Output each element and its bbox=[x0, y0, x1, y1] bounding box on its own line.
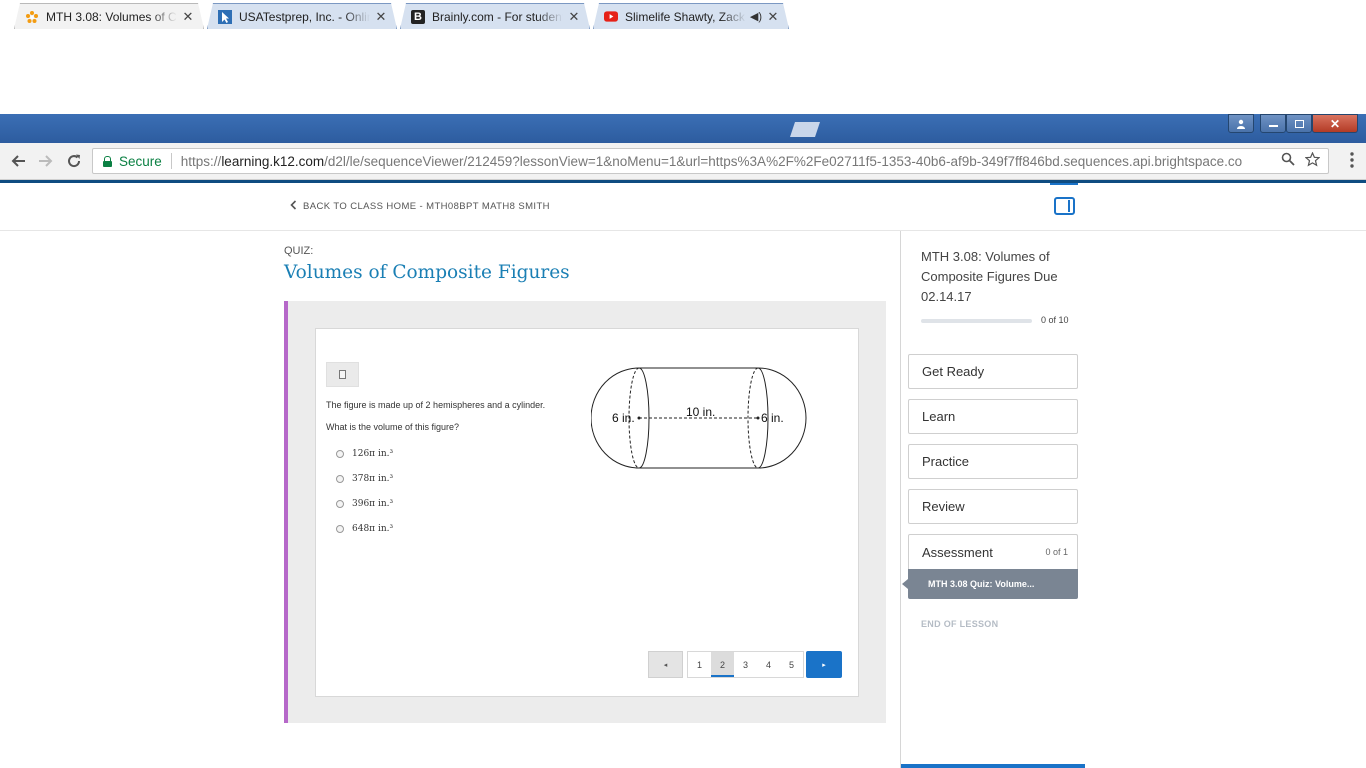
secure-label: Secure bbox=[119, 153, 162, 169]
back-arrow-icon[interactable] bbox=[8, 151, 28, 171]
answer-choice[interactable]: 396π in.³ bbox=[336, 499, 393, 509]
sidebar-item-label: Get Ready bbox=[922, 364, 985, 379]
k12-flower-icon bbox=[25, 10, 39, 24]
frame-accent-bar bbox=[284, 301, 288, 723]
choice-label: 378π in.³ bbox=[352, 474, 394, 484]
audio-playing-icon[interactable]: ◀) bbox=[750, 10, 762, 23]
lesson-sidebar: MTH 3.08: Volumes of Composite Figures D… bbox=[900, 231, 1085, 768]
window-controls: ✕ bbox=[1228, 114, 1358, 133]
sidebar-item-label: Practice bbox=[922, 454, 969, 469]
back-link-label: BACK TO CLASS HOME - MTH08BPT MATH8 SMIT… bbox=[303, 201, 550, 212]
page-button-5[interactable]: 5 bbox=[780, 652, 803, 677]
minimize-icon[interactable] bbox=[1260, 114, 1286, 133]
close-tab-icon[interactable]: ✕ bbox=[567, 9, 581, 25]
answer-choice[interactable]: 648π in.³ bbox=[336, 524, 393, 534]
page-button-4[interactable]: 4 bbox=[757, 652, 780, 677]
browser-menu-icon[interactable] bbox=[1350, 152, 1354, 172]
tab-title: USATestprep, Inc. - Onlin bbox=[239, 9, 370, 24]
page-numbers: 1 2 3 4 5 bbox=[687, 651, 804, 678]
previous-page-button[interactable]: ◂ bbox=[648, 651, 683, 678]
url-host: learning.k12.com bbox=[221, 153, 325, 169]
page-button-1[interactable]: 1 bbox=[688, 652, 711, 677]
divider bbox=[170, 153, 172, 169]
tab-brainly[interactable]: B Brainly.com - For student ✕ bbox=[400, 3, 590, 29]
tab-usatestprep[interactable]: USATestprep, Inc. - Onlin ✕ bbox=[207, 3, 397, 29]
tab-title: Brainly.com - For student bbox=[432, 9, 563, 24]
calculator-button[interactable] bbox=[326, 362, 359, 387]
chevron-left-icon bbox=[290, 200, 297, 213]
answer-choice[interactable]: 378π in.³ bbox=[336, 474, 393, 484]
sidebar-toggle-icon[interactable] bbox=[1054, 197, 1075, 215]
sidebar-item-get-ready[interactable]: Get Ready bbox=[908, 354, 1078, 389]
question-text: The figure is made up of 2 hemispheres a… bbox=[326, 400, 546, 410]
lesson-header: BACK TO CLASS HOME - MTH08BPT MATH8 SMIT… bbox=[0, 183, 1366, 231]
brainly-b-icon: B bbox=[411, 10, 425, 24]
radio-button[interactable] bbox=[336, 525, 344, 533]
address-bar[interactable]: Secure https://learning.k12.com/d2l/le/s… bbox=[92, 148, 1329, 174]
radio-button[interactable] bbox=[336, 500, 344, 508]
page-button-3[interactable]: 3 bbox=[734, 652, 757, 677]
choice-label: 648π in.³ bbox=[352, 524, 394, 534]
close-tab-icon[interactable]: ✕ bbox=[766, 9, 780, 25]
radio-button[interactable] bbox=[336, 475, 344, 483]
sidebar-item-assessment[interactable]: Assessment 0 of 1 bbox=[908, 534, 1078, 569]
assessment-count: 0 of 1 bbox=[1045, 547, 1068, 557]
toggle-tab-indicator bbox=[1050, 183, 1078, 185]
sidebar-item-review[interactable]: Review bbox=[908, 489, 1078, 524]
question-card: The figure is made up of 2 hemispheres a… bbox=[315, 328, 859, 697]
close-window-icon[interactable]: ✕ bbox=[1312, 114, 1358, 133]
forward-arrow-icon[interactable] bbox=[36, 151, 56, 171]
sidebar-item-practice[interactable]: Practice bbox=[908, 444, 1078, 479]
tab-youtube[interactable]: Slimelife Shawty, Zack ◀) ✕ bbox=[593, 3, 789, 29]
lesson-progress-bar bbox=[921, 319, 1032, 323]
reload-icon[interactable] bbox=[64, 151, 84, 171]
url-scheme: https:// bbox=[180, 153, 222, 169]
radius-label-right: 6 in. bbox=[761, 411, 784, 425]
url-text[interactable]: https://learning.k12.com/d2l/le/sequence… bbox=[181, 154, 1273, 169]
back-to-class-link[interactable]: BACK TO CLASS HOME - MTH08BPT MATH8 SMIT… bbox=[290, 200, 550, 213]
close-tab-icon[interactable]: ✕ bbox=[374, 9, 388, 25]
close-tab-icon[interactable]: ✕ bbox=[181, 9, 195, 25]
sidebar-item-learn[interactable]: Learn bbox=[908, 399, 1078, 434]
length-label: 10 in. bbox=[686, 405, 715, 419]
choice-label: 126π in.³ bbox=[352, 449, 394, 459]
cursor-arrow-icon bbox=[218, 10, 232, 24]
sidebar-item-label: Learn bbox=[922, 409, 956, 424]
question-prompt: What is the volume of this figure? bbox=[326, 422, 460, 432]
lesson-title: MTH 3.08: Volumes of Composite Figures D… bbox=[921, 249, 1058, 304]
sidebar-item-label: Assessment bbox=[922, 544, 993, 560]
page-title: Volumes of Composite Figures bbox=[284, 262, 570, 283]
tab-mth-quiz[interactable]: MTH 3.08: Volumes of Co ✕ bbox=[14, 3, 204, 29]
choice-label: 396π in.³ bbox=[352, 499, 394, 509]
next-page-button[interactable]: ▸ bbox=[806, 651, 842, 678]
radius-label-left: 6 in. bbox=[612, 411, 635, 425]
omnibox-icons bbox=[1273, 151, 1328, 171]
sidebar-bottom-bar bbox=[901, 764, 1085, 768]
lock-icon bbox=[103, 155, 112, 167]
url-path: /d2l/le/sequenceViewer/212459?lessonView… bbox=[324, 153, 1243, 169]
restore-icon[interactable] bbox=[1286, 114, 1312, 133]
page-button-2[interactable]: 2 bbox=[711, 652, 734, 677]
tab-strip bbox=[0, 114, 1366, 143]
tab-title: Slimelife Shawty, Zack bbox=[625, 9, 745, 24]
progress-count: 0 of 10 bbox=[1041, 315, 1069, 325]
end-of-lesson-label: END OF LESSON bbox=[921, 619, 999, 629]
zoom-icon[interactable] bbox=[1281, 152, 1295, 171]
profile-icon[interactable] bbox=[1228, 114, 1254, 133]
new-tab-button[interactable] bbox=[790, 122, 820, 137]
browser-toolbar: Secure https://learning.k12.com/d2l/le/s… bbox=[0, 143, 1366, 180]
calculator-icon bbox=[339, 370, 346, 379]
answer-choice[interactable]: 126π in.³ bbox=[336, 449, 393, 459]
sidebar-subitem-quiz[interactable]: MTH 3.08 Quiz: Volume... bbox=[902, 569, 1078, 599]
youtube-icon bbox=[604, 10, 618, 24]
capsule-figure: 6 in. 10 in. 6 in. bbox=[591, 367, 807, 469]
radio-button[interactable] bbox=[336, 450, 344, 458]
quiz-label: QUIZ: bbox=[284, 245, 314, 257]
sidebar-item-label: Review bbox=[922, 499, 965, 514]
screen: MTH 3.08: Volumes of Co ✕ USATestprep, I… bbox=[0, 0, 1366, 768]
bookmark-star-icon[interactable] bbox=[1304, 151, 1321, 171]
tab-title: MTH 3.08: Volumes of Co bbox=[46, 9, 177, 24]
